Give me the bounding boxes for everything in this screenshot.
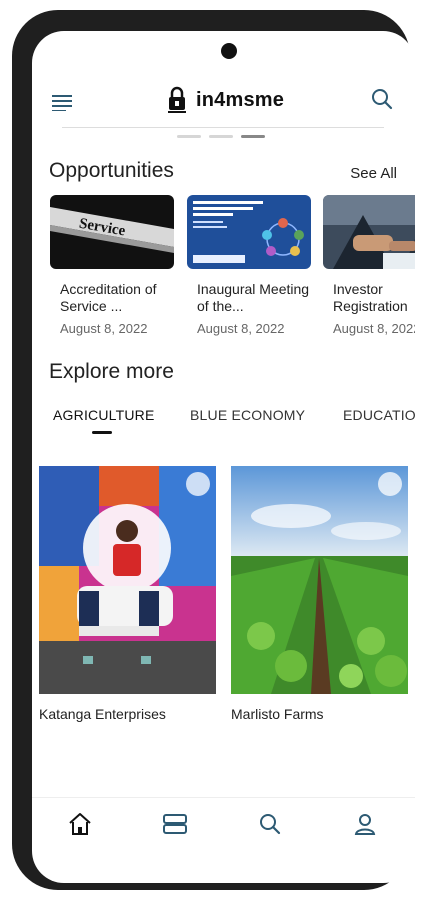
carousel-dot[interactable] xyxy=(177,135,201,138)
screen: in4msme Opportunities See All Service Ac… xyxy=(32,31,415,883)
bottom-nav xyxy=(32,797,415,858)
opportunity-title: Inaugural Meeting of the... xyxy=(197,281,310,314)
cards-icon[interactable] xyxy=(161,810,189,838)
explore-card-name: Marlisto Farms xyxy=(231,706,324,722)
tab-education[interactable]: EDUCATION xyxy=(343,407,415,423)
explore-title: Explore more xyxy=(49,360,174,383)
search-icon[interactable] xyxy=(371,88,393,110)
phone-frame: in4msme Opportunities See All Service Ac… xyxy=(12,10,415,890)
app-bar: in4msme xyxy=(32,81,415,117)
lock-logo-icon xyxy=(168,86,186,113)
opportunity-date: August 8, 2022 xyxy=(60,321,148,336)
tab-blue-economy[interactable]: BLUE ECONOMY xyxy=(190,407,305,423)
profile-icon[interactable] xyxy=(351,810,379,838)
front-camera xyxy=(221,43,237,59)
opportunity-image-service: Service xyxy=(50,195,174,269)
carousel-dot-active[interactable] xyxy=(241,135,265,138)
explore-card-name: Katanga Enterprises xyxy=(39,706,166,722)
explore-tabs: AGRICULTURE BLUE ECONOMY EDUCATION xyxy=(52,407,415,439)
opportunity-title: Accreditation of Service ... xyxy=(60,281,157,314)
menu-icon[interactable] xyxy=(52,93,74,111)
opportunity-title: Investor Registration xyxy=(333,281,408,314)
explore-image-marlisto xyxy=(231,466,408,694)
tab-agriculture[interactable]: AGRICULTURE xyxy=(53,407,155,423)
opportunity-image-meeting xyxy=(187,195,311,269)
home-icon[interactable] xyxy=(66,810,94,838)
favorite-icon[interactable] xyxy=(186,472,210,496)
opportunities-list: Service Accreditation of Service ... Aug… xyxy=(50,195,415,345)
active-tab-indicator xyxy=(92,431,112,434)
explore-card[interactable]: Marlisto Farms xyxy=(231,466,408,722)
favorite-icon[interactable] xyxy=(378,472,402,496)
opportunity-card[interactable]: Inaugural Meeting of the... August 8, 20… xyxy=(187,195,311,336)
header-divider xyxy=(62,127,384,128)
opportunity-date: August 8, 2022 xyxy=(197,321,285,336)
explore-card[interactable]: Katanga Enterprises xyxy=(39,466,216,722)
opportunity-image-investor xyxy=(323,195,415,269)
see-all-link[interactable]: See All xyxy=(350,165,397,182)
opportunities-title: Opportunities xyxy=(49,159,174,182)
app-title: in4msme xyxy=(196,88,285,111)
app-logo: in4msme xyxy=(166,85,284,115)
explore-image-katanga xyxy=(39,466,216,694)
opportunity-date: August 8, 2022 xyxy=(333,321,415,336)
opportunity-card[interactable]: Investor Registration August 8, 2022 xyxy=(323,195,415,336)
carousel-indicator xyxy=(177,135,273,138)
opportunity-card[interactable]: Service Accreditation of Service ... Aug… xyxy=(50,195,174,336)
search-icon[interactable] xyxy=(256,810,284,838)
carousel-dot[interactable] xyxy=(209,135,233,138)
